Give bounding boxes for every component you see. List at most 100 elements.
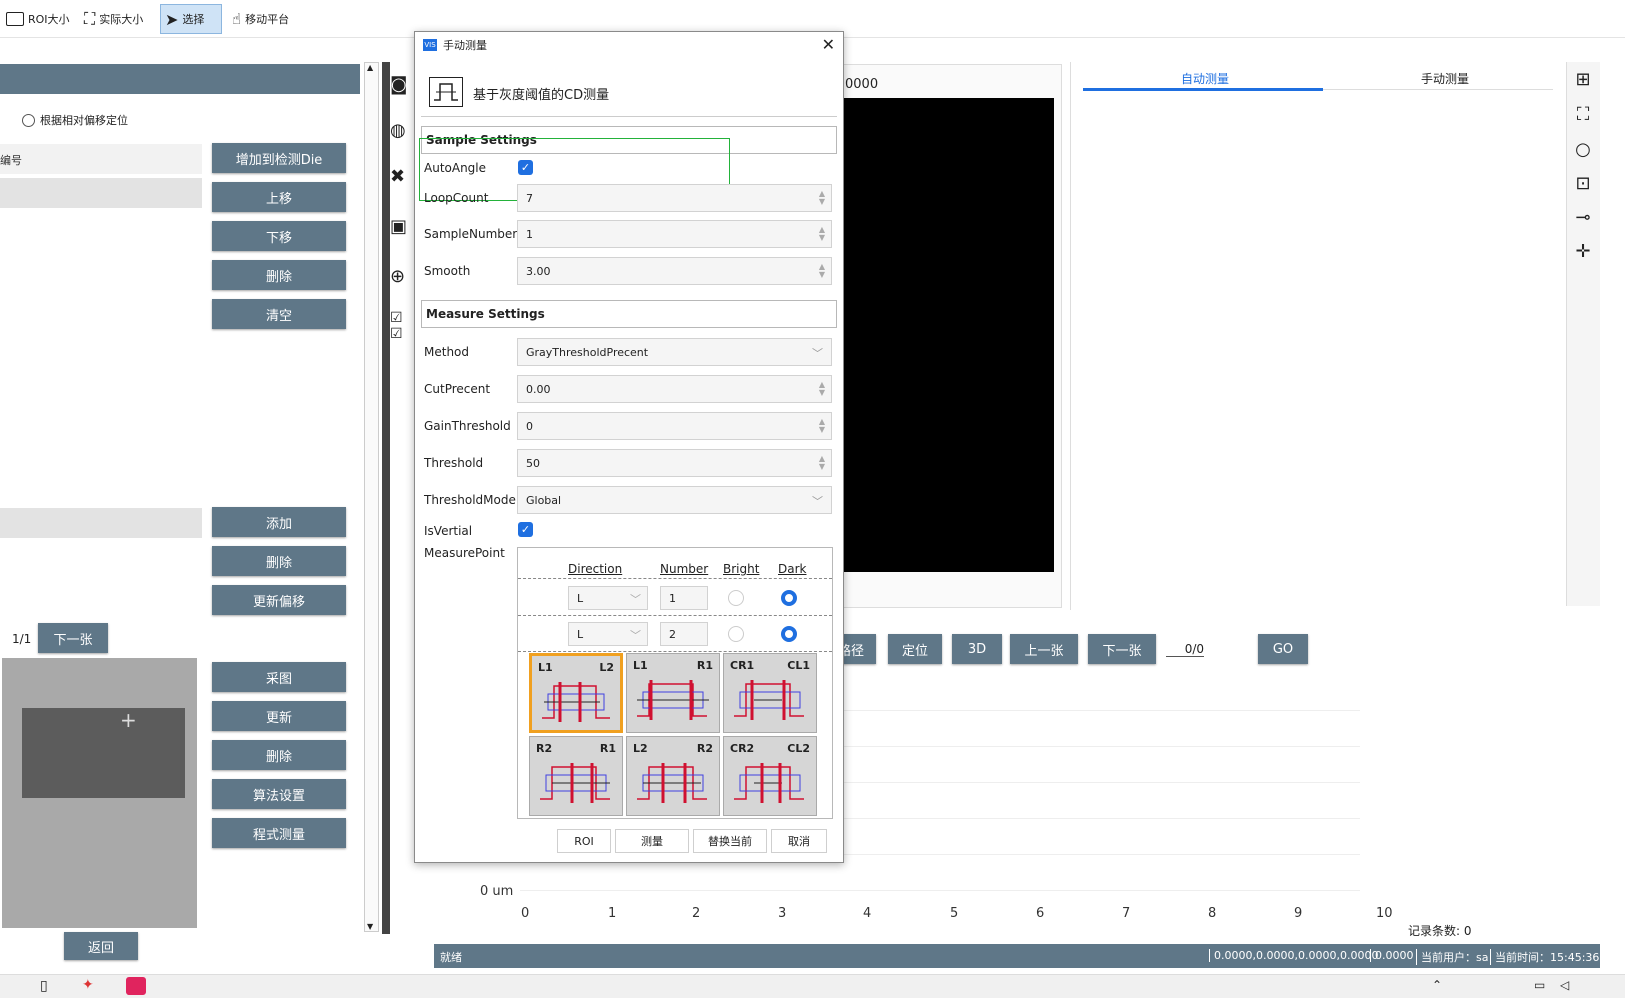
scroll-down-icon[interactable]: ▼ <box>367 922 373 931</box>
algorithm-settings-button[interactable]: 算法设置 <box>212 779 346 809</box>
direction-select[interactable]: L ﹀ <box>568 586 648 610</box>
ruler-icon[interactable]: ⊞ <box>1568 64 1598 94</box>
replace-current-button[interactable]: 替换当前 <box>693 829 767 853</box>
left-scrollbar[interactable]: ▲ ▼ <box>364 62 379 932</box>
measure-mode-tile-l1-r1[interactable]: L1 R1 <box>626 653 720 733</box>
circle-icon[interactable]: ○ <box>1568 134 1598 164</box>
capture-button[interactable]: 采图 <box>212 662 346 692</box>
measure-mode-tile-l2-r2[interactable]: L2 R2 <box>626 736 720 816</box>
column-label: 编号 <box>0 154 22 167</box>
next-image-nav-button[interactable]: 下一张 <box>1088 634 1156 664</box>
auto-angle-checkbox[interactable]: ✓ <box>518 160 533 175</box>
tab-manual-measure[interactable]: 手动测量 <box>1421 70 1469 87</box>
go-button[interactable]: GO <box>1258 634 1308 664</box>
dark-radio[interactable] <box>781 626 797 642</box>
prev-image-button[interactable]: 上一张 <box>1010 634 1078 664</box>
back-button[interactable]: 返回 <box>64 932 138 960</box>
direction-select[interactable]: L ﹀ <box>568 622 648 646</box>
dark-radio[interactable] <box>781 590 797 606</box>
measure-mode-tile-cr2-cl2[interactable]: CR2 CL2 <box>723 736 817 816</box>
crosshair-icon[interactable]: ✛ <box>1568 236 1598 266</box>
camera-image[interactable] <box>844 98 1054 572</box>
clear-button[interactable]: 清空 <box>212 299 346 329</box>
move-down-button[interactable]: 下移 <box>212 221 346 251</box>
spinner-icon[interactable]: ▲ ▼ <box>819 455 825 471</box>
3d-button[interactable]: 3D <box>952 634 1002 664</box>
die-list-row[interactable] <box>0 178 202 208</box>
toolbar-move-stage[interactable]: ☝ 移动平台 <box>228 4 293 34</box>
row-divider <box>518 615 832 616</box>
cut-precent-input[interactable]: 0.00 ▲ ▼ <box>517 375 832 403</box>
tab-auto-measure[interactable]: 自动测量 <box>1181 70 1229 87</box>
tray-chevron-icon[interactable]: ⌃ <box>1432 978 1442 992</box>
add-button[interactable]: 添加 <box>212 507 346 537</box>
y-axis-label: 0 um <box>480 884 514 899</box>
cancel-button[interactable]: 取消 <box>771 829 827 853</box>
smooth-label: Smooth <box>424 264 471 278</box>
tray-speaker-icon[interactable]: ◁ <box>1560 978 1569 992</box>
number-input[interactable]: 1 <box>660 586 708 610</box>
bright-radio[interactable] <box>728 590 744 606</box>
file-icon[interactable]: ▯ <box>40 978 48 994</box>
spinner-icon[interactable]: ▲ ▼ <box>819 226 825 242</box>
grid-icon[interactable]: ⊕ <box>390 266 405 287</box>
chevron-down-icon: ﹀ <box>630 629 641 642</box>
close-icon[interactable]: ✕ <box>822 35 835 54</box>
number-input[interactable]: 2 <box>660 622 708 646</box>
measure-mode-tile-r2-r1[interactable]: R2 R1 <box>529 736 623 816</box>
tools-icon[interactable]: ✖ <box>390 166 405 187</box>
add-to-detect-die-button[interactable]: 增加到检测Die <box>212 143 346 173</box>
locate-button[interactable]: 定位 <box>888 634 942 664</box>
relative-offset-radio[interactable]: 根据相对偏移定位 <box>22 112 128 128</box>
image-icon[interactable]: ▣ <box>390 216 407 237</box>
update-button[interactable]: 更新 <box>212 701 346 731</box>
sample-number-input[interactable]: 1 ▲ ▼ <box>517 220 832 248</box>
threshold-mode-select[interactable]: Global ﹀ <box>517 486 832 514</box>
zoom-region-icon[interactable]: ⊡ <box>1568 168 1598 198</box>
bright-radio[interactable] <box>728 626 744 642</box>
gain-threshold-input[interactable]: 0 ▲ ▼ <box>517 412 832 440</box>
next-image-button[interactable]: 下一张 <box>38 623 108 653</box>
threshold-input[interactable]: 50 ▲ ▼ <box>517 449 832 477</box>
row-divider <box>518 651 832 652</box>
spinner-icon[interactable]: ▲ ▼ <box>819 418 825 434</box>
checklist-icon[interactable]: ☑ <box>390 310 403 326</box>
x-tick: 1 <box>608 906 617 921</box>
tab-divider <box>1323 89 1553 90</box>
number-header: Number <box>660 562 709 576</box>
scroll-up-icon[interactable]: ▲ <box>367 63 373 72</box>
cut-precent-label: CutPrecent <box>424 382 491 396</box>
delete-image-button[interactable]: 删除 <box>212 740 346 770</box>
roi-button[interactable]: ROI <box>557 829 611 853</box>
measure-mode-tile-cr1-cl1[interactable]: CR1 CL1 <box>723 653 817 733</box>
measure-mode-tile-l1-l2[interactable]: L1 L2 <box>529 653 623 733</box>
smooth-input[interactable]: 3.00 ▲ ▼ <box>517 257 832 285</box>
active-tab-indicator <box>1083 88 1323 91</box>
app-icon-w[interactable]: ✦ <box>82 977 94 993</box>
delete-offset-button[interactable]: 删除 <box>212 546 346 576</box>
is-vertial-checkbox[interactable]: ✓ <box>518 522 533 537</box>
toolbar-roi-size[interactable]: ROI大小 <box>2 4 74 34</box>
loop-count-input[interactable]: 7 ▲ ▼ <box>517 184 832 212</box>
program-measure-button[interactable]: 程式测量 <box>212 818 346 848</box>
fit-screen-icon[interactable]: ⛶ <box>1568 99 1598 129</box>
app-icon-red[interactable] <box>126 977 146 995</box>
measure-point-label: MeasurePoint <box>424 546 505 560</box>
spinner-icon[interactable]: ▲ ▼ <box>819 263 825 279</box>
toolbar-select[interactable]: ➤ 选择 <box>160 4 222 34</box>
delete-button[interactable]: 删除 <box>212 260 346 290</box>
method-select[interactable]: GrayThresholdPrecent ﹀ <box>517 338 832 366</box>
measure-button[interactable]: 测量 <box>615 829 689 853</box>
line-point-icon[interactable]: ⊸ <box>1568 202 1598 232</box>
checklist-icon-2[interactable]: ☑ <box>390 326 403 342</box>
offset-list-row[interactable] <box>0 508 202 538</box>
update-offset-button[interactable]: 更新偏移 <box>212 585 346 615</box>
tray-monitor-icon[interactable]: ▭ <box>1534 978 1545 992</box>
toolbar-actual-size[interactable]: ⛶ 实际大小 <box>80 4 147 34</box>
globe-icon[interactable]: ◍ <box>390 120 406 141</box>
measure-point-panel: Direction Number Bright Dark L ﹀ 1 L ﹀ 2 L… <box>517 547 833 819</box>
spinner-icon[interactable]: ▲ ▼ <box>819 381 825 397</box>
camera-icon[interactable]: ◙ <box>390 74 407 95</box>
move-up-button[interactable]: 上移 <box>212 182 346 212</box>
spinner-icon[interactable]: ▲ ▼ <box>819 190 825 206</box>
